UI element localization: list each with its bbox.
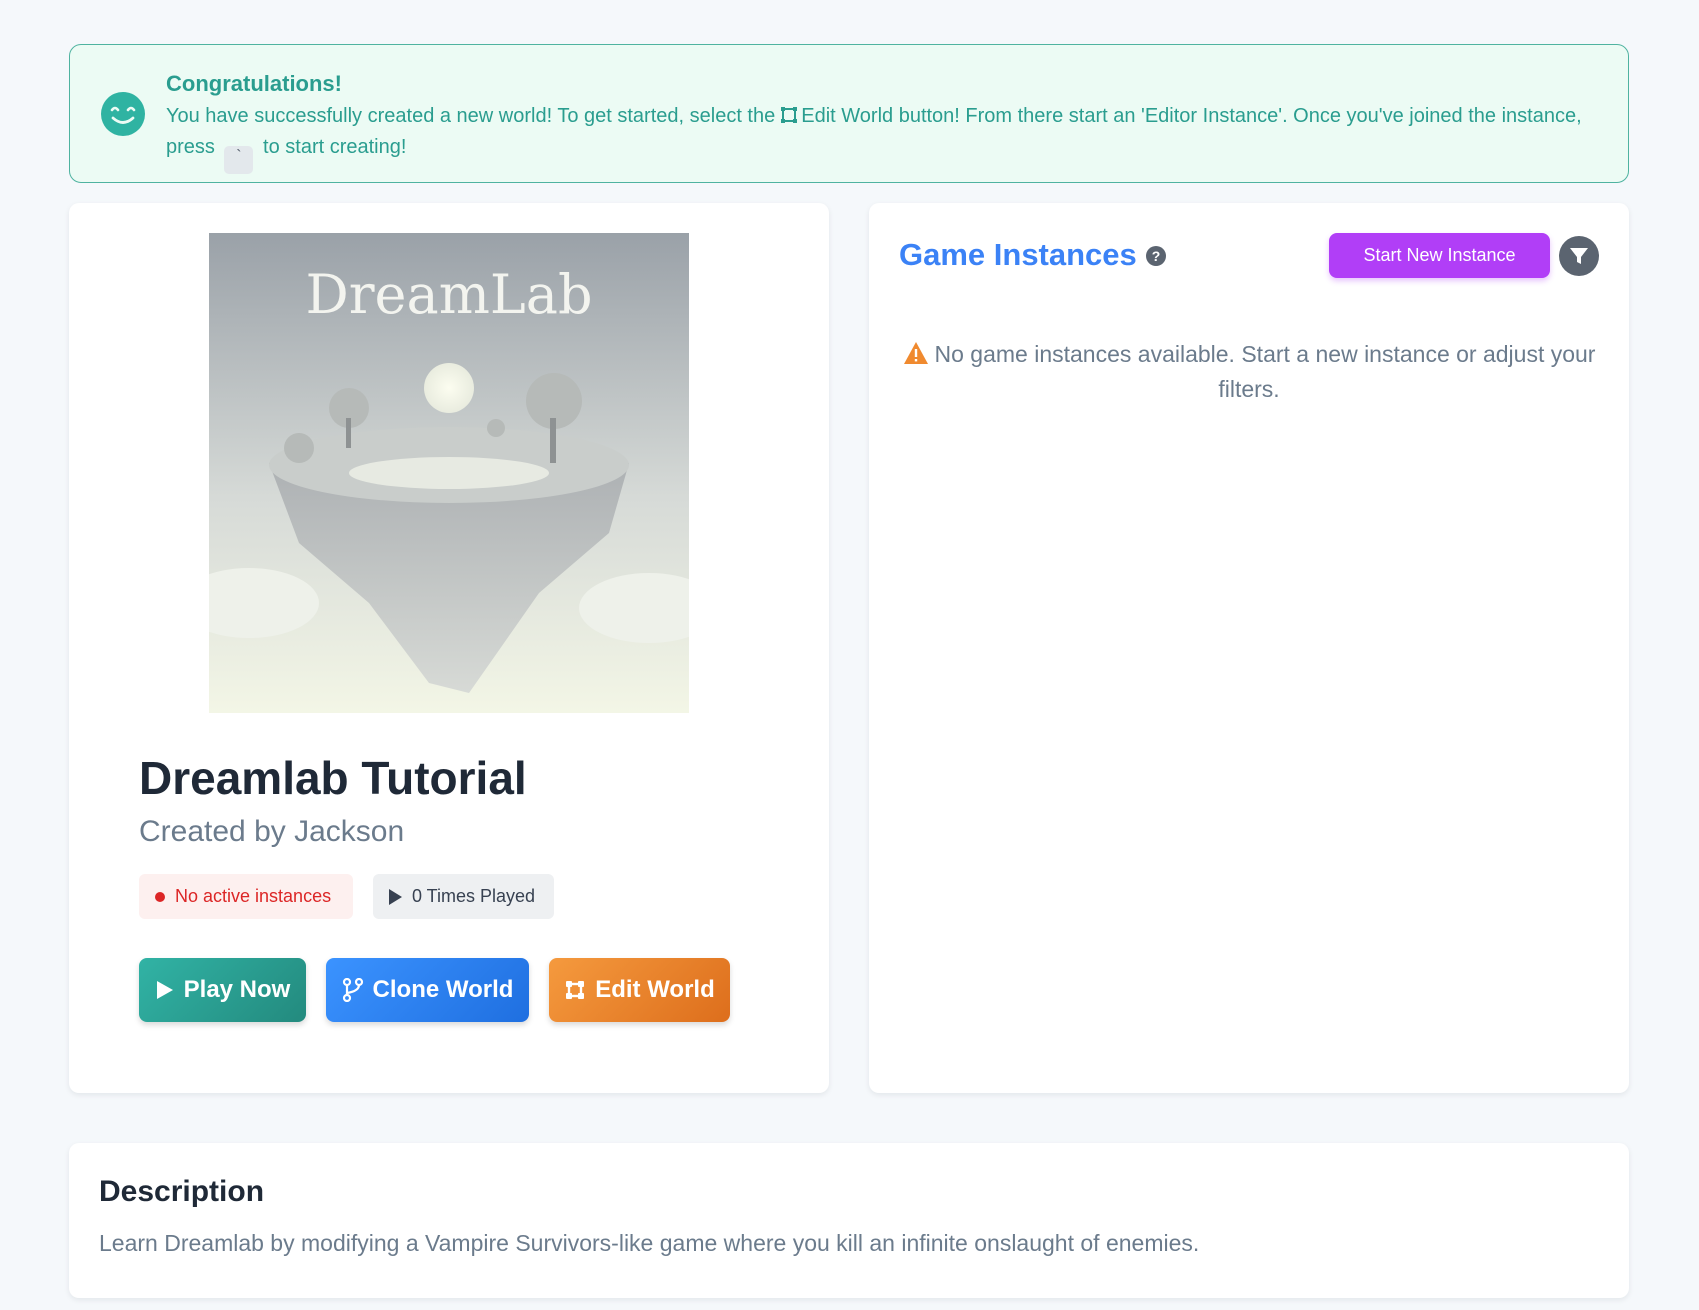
- clone-world-button[interactable]: Clone World: [326, 958, 529, 1022]
- edit-world-label: Edit World: [595, 976, 715, 1003]
- times-played-badge: 0 Times Played: [373, 874, 554, 919]
- play-count-icon: [389, 888, 402, 905]
- filter-icon: [1570, 248, 1588, 264]
- status-badge: No active instances: [139, 874, 353, 919]
- clone-world-label: Clone World: [372, 976, 514, 1003]
- alert-message: You have successfully created a new worl…: [166, 101, 1606, 174]
- play-icon: [156, 981, 173, 999]
- alert-text-3: to start creating!: [263, 136, 407, 158]
- play-now-label: Play Now: [183, 976, 291, 1003]
- game-instances-panel: Game Instances ? Start New Instance No g…: [869, 203, 1629, 1093]
- description-text: Learn Dreamlab by modifying a Vampire Su…: [99, 1230, 1200, 1256]
- world-creator: Created by Jackson: [139, 815, 405, 848]
- game-instances-title: Game Instances: [899, 237, 1137, 272]
- description-panel: Description Learn Dreamlab by modifying …: [69, 1143, 1629, 1298]
- description-title: Description: [99, 1175, 265, 1208]
- success-alert: Congratulations! You have successfully c…: [69, 44, 1629, 183]
- alert-title: Congratulations!: [166, 71, 342, 96]
- smile-icon: [101, 92, 145, 136]
- warning-icon: [903, 342, 928, 364]
- status-badge-label: No active instances: [175, 886, 332, 906]
- world-title: Dreamlab Tutorial: [139, 752, 527, 804]
- play-now-button[interactable]: Play Now: [139, 958, 306, 1022]
- empty-instances-message: No game instances available. Start a new…: [899, 337, 1599, 407]
- world-card: DreamLab Dreamlab Tutorial Created by Ja…: [69, 203, 829, 1093]
- key-hint: `: [224, 146, 254, 174]
- alert-text-1: You have successfully created a new worl…: [166, 105, 776, 127]
- empty-instances-text: No game instances available. Start a new…: [934, 341, 1596, 402]
- edit-world-button[interactable]: Edit World: [549, 958, 730, 1022]
- cover-logo-text: DreamLab: [305, 263, 592, 326]
- edit-world-icon: [781, 107, 798, 123]
- help-icon[interactable]: ?: [1146, 246, 1166, 266]
- edit-world-icon: [566, 981, 585, 999]
- start-new-instance-button[interactable]: Start New Instance: [1329, 233, 1550, 278]
- branch-icon: [342, 978, 363, 1002]
- times-played-label: 0 Times Played: [412, 886, 536, 906]
- filter-button[interactable]: [1559, 236, 1599, 276]
- world-cover-image: DreamLab: [209, 233, 689, 713]
- status-dot-icon: [155, 891, 165, 902]
